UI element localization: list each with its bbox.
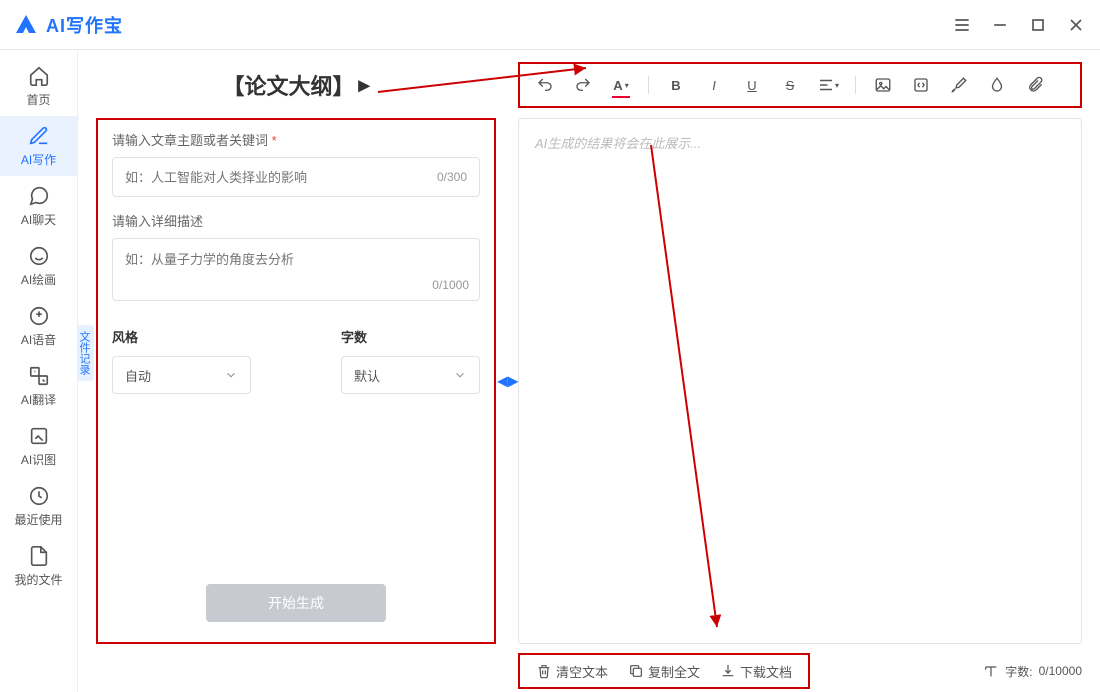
sidebar-item-label: AI绘画: [21, 271, 56, 288]
redo-button[interactable]: [572, 74, 594, 96]
mic-icon: [28, 305, 50, 327]
download-icon: [720, 663, 736, 679]
sidebar-item-label: 首页: [26, 91, 50, 108]
edit-icon: [28, 125, 50, 147]
desc-label: 请输入详细描述: [112, 211, 480, 230]
chevron-down-icon: [224, 368, 238, 382]
image-button[interactable]: [872, 74, 894, 96]
sidebar-item-label: 最近使用: [14, 511, 62, 528]
sidebar-item-ai-translate[interactable]: AI翻译: [0, 356, 77, 416]
window-minimize-button[interactable]: [990, 15, 1010, 35]
sidebar-item-recent[interactable]: 最近使用: [0, 476, 77, 536]
smile-icon: [28, 245, 50, 267]
sidebar-item-ai-vision[interactable]: AI识图: [0, 416, 77, 476]
clear-button[interactable]: 清空文本: [530, 658, 614, 685]
undo-button[interactable]: [534, 74, 556, 96]
sidebar-item-ai-voice[interactable]: AI语音: [0, 296, 77, 356]
chevron-down-icon: [453, 368, 467, 382]
app-name: AI写作宝: [46, 12, 123, 38]
editor-panel[interactable]: ◀▶ AI生成的结果将会在此展示...: [518, 118, 1082, 644]
logo-icon: [14, 13, 38, 37]
code-button[interactable]: [910, 74, 932, 96]
menu-button[interactable]: [952, 15, 972, 35]
window-maximize-button[interactable]: [1028, 15, 1048, 35]
sidebar-item-label: AI聊天: [21, 211, 56, 228]
sidebar: 首页 AI写作 AI聊天 AI绘画 AI语音 AI翻译 AI识图 最近使用: [0, 50, 78, 692]
strikethrough-button[interactable]: S: [779, 74, 801, 96]
app-logo: AI写作宝: [14, 12, 123, 38]
topic-counter: 0/300: [437, 170, 467, 184]
download-button[interactable]: 下载文档: [714, 658, 798, 685]
clock-icon: [28, 485, 50, 507]
editor-actions: 清空文本 复制全文 下载文档: [518, 653, 810, 689]
desc-input-box[interactable]: 0/1000: [112, 238, 480, 301]
sidebar-item-files[interactable]: 我的文件: [0, 536, 77, 596]
translate-icon: [28, 365, 50, 387]
attachment-button[interactable]: [1024, 74, 1046, 96]
copy-button[interactable]: 复制全文: [622, 658, 706, 685]
sidebar-item-ai-write[interactable]: AI写作: [0, 116, 77, 176]
trash-icon: [536, 663, 552, 679]
brush-button[interactable]: [948, 74, 970, 96]
editor-toolbar: A▾ B I U S ▾: [518, 62, 1082, 108]
sidebar-item-label: AI写作: [21, 151, 56, 168]
annotation-arrow: [649, 145, 729, 635]
window-close-button[interactable]: [1066, 15, 1086, 35]
input-panel: 请输入文章主题或者关键词 * 0/300 请输入详细描述 0/1000 风格 自…: [96, 118, 496, 644]
droplet-button[interactable]: [986, 74, 1008, 96]
align-button[interactable]: ▾: [817, 74, 839, 96]
copy-icon: [628, 663, 644, 679]
home-icon: [28, 65, 50, 87]
text-icon: [983, 663, 999, 679]
font-color-button[interactable]: A▾: [610, 74, 632, 96]
image-scan-icon: [28, 425, 50, 447]
desc-counter: 0/1000: [432, 278, 469, 292]
topic-label: 请输入文章主题或者关键词 *: [112, 130, 480, 149]
file-icon: [28, 545, 50, 567]
words-label: 字数: [341, 327, 480, 346]
desc-input[interactable]: [113, 239, 479, 297]
page-title: 【论文大纲】 ▸: [96, 69, 496, 101]
generate-button[interactable]: 开始生成: [206, 584, 386, 622]
sidebar-item-label: 我的文件: [14, 571, 62, 588]
panel-splitter[interactable]: ◀▶: [497, 373, 519, 390]
chat-icon: [28, 185, 50, 207]
sidebar-item-label: AI识图: [21, 451, 56, 468]
topic-input[interactable]: [125, 170, 429, 185]
sidebar-item-label: AI语音: [21, 331, 56, 348]
sidebar-item-home[interactable]: 首页: [0, 56, 77, 116]
sidebar-item-ai-chat[interactable]: AI聊天: [0, 176, 77, 236]
style-label: 风格: [112, 327, 251, 346]
word-count: 字数: 0/10000: [983, 663, 1082, 680]
sidebar-item-ai-paint[interactable]: AI绘画: [0, 236, 77, 296]
sidebar-item-label: AI翻译: [21, 391, 56, 408]
titlebar: AI写作宝: [0, 0, 1100, 50]
italic-button[interactable]: I: [703, 74, 725, 96]
words-select[interactable]: 默认: [341, 356, 480, 394]
play-icon[interactable]: ▸: [358, 72, 369, 98]
editor-placeholder: AI生成的结果将会在此展示...: [535, 133, 1065, 152]
topic-input-box[interactable]: 0/300: [112, 157, 480, 197]
bold-button[interactable]: B: [665, 74, 687, 96]
style-select[interactable]: 自动: [112, 356, 251, 394]
underline-button[interactable]: U: [741, 74, 763, 96]
